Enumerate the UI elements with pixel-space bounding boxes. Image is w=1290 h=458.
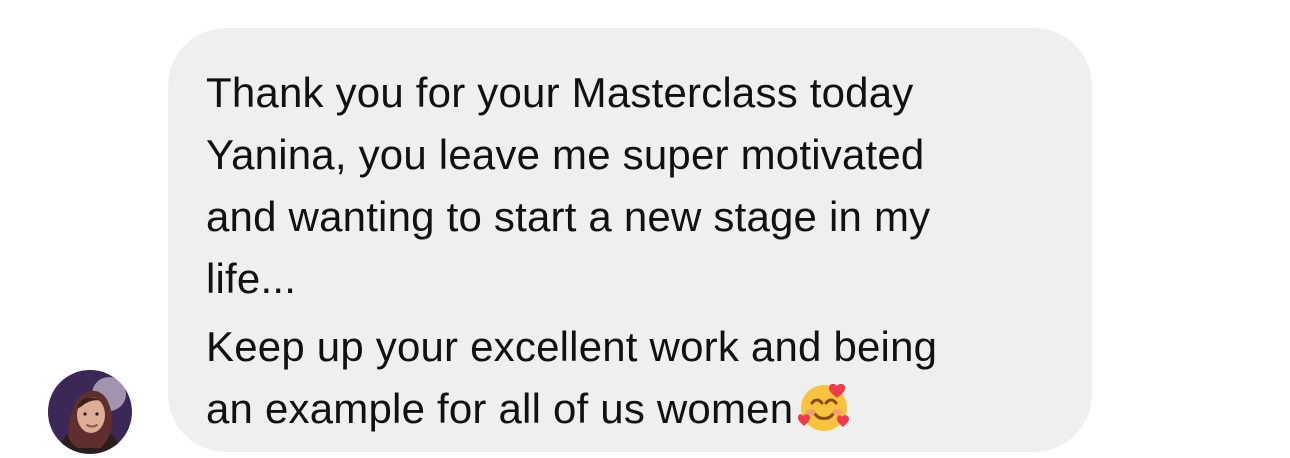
message-bubble[interactable]: Thank you for your Masterclass today Yan… — [168, 28, 1092, 452]
message-line-2: Yanina, you leave me super motivated — [206, 131, 925, 178]
sender-avatar[interactable] — [48, 370, 132, 454]
message-line-1: Thank you for your Masterclass today — [206, 69, 914, 116]
message-line-6-text: an example for all of us women — [206, 385, 794, 432]
smiling-face-with-hearts-icon — [795, 378, 853, 436]
message-line-4: life... — [206, 255, 297, 302]
message-line-5: Keep up your excellent work and being — [206, 323, 938, 370]
incoming-message-row: Thank you for your Masterclass today Yan… — [0, 0, 1290, 458]
message-line-6: an example for all of us women — [206, 378, 1052, 440]
message-line-3: and wanting to start a new stage in my — [206, 193, 931, 240]
